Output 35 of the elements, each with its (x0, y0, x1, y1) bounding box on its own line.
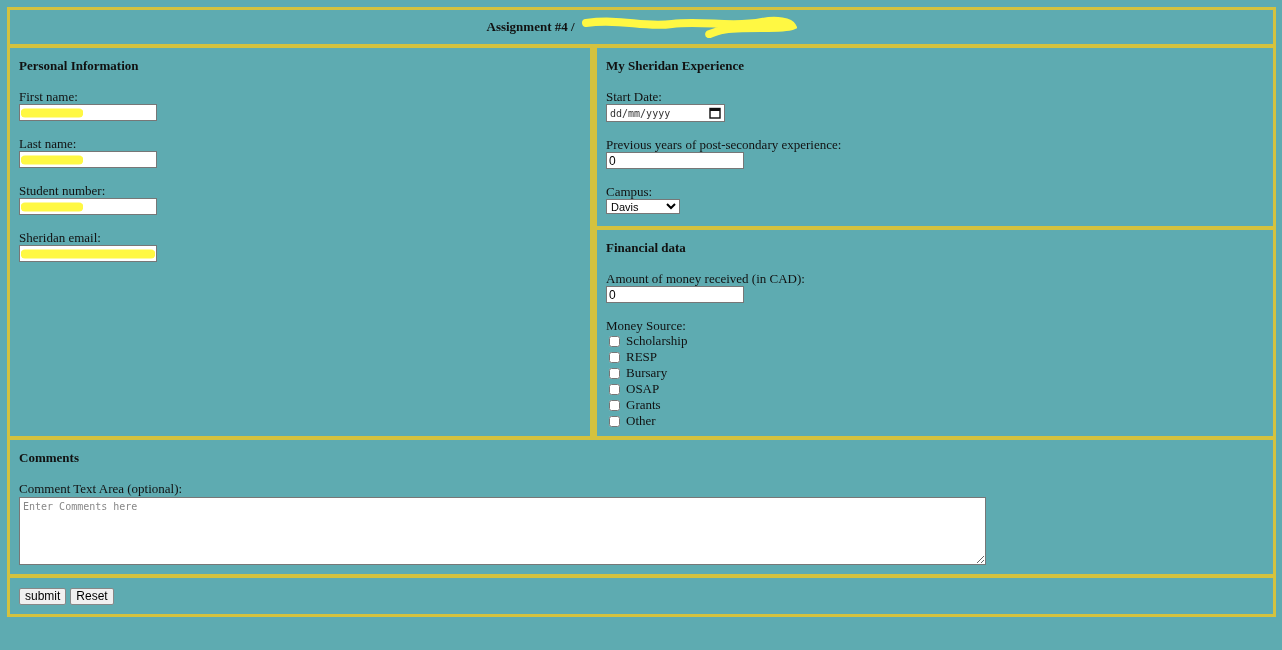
checkbox-label: Scholarship (626, 333, 688, 349)
date-field[interactable]: dd/mm/yyyy (606, 104, 725, 122)
checkbox-label: Bursary (626, 365, 668, 381)
checkbox-label: Grants (626, 397, 661, 413)
field-label: Start Date: (606, 89, 662, 104)
field-label: First name: (19, 89, 78, 104)
field-label: Sheridan email: (19, 230, 101, 245)
checkbox[interactable] (609, 367, 620, 379)
submit-button[interactable]: submit (19, 587, 67, 605)
number-field[interactable]: 0 (606, 152, 744, 169)
field-label: Campus: (606, 184, 653, 199)
checkbox[interactable] (609, 415, 620, 427)
field-label: Amount of money received (in CAD): (606, 271, 805, 286)
checkbox[interactable] (609, 399, 620, 411)
campus-dropdown[interactable]: Davis (606, 199, 680, 214)
section-heading: Comments (19, 450, 80, 466)
field-label: Previous years of post-secondary experience: (606, 137, 842, 152)
field-label: Last name: (19, 136, 77, 151)
checkbox-label: RESP (626, 349, 658, 365)
section-heading: My Sheridan Experience (606, 58, 745, 74)
checkbox-label: OSAP (626, 381, 660, 397)
comment-textarea[interactable]: Enter Comments here (19, 497, 986, 565)
checkbox-label: Other (626, 413, 656, 429)
checkbox[interactable] (609, 351, 620, 363)
calendar-icon[interactable] (709, 107, 721, 119)
reset-button[interactable]: Reset (70, 587, 114, 605)
field-label: Money Source: (606, 318, 686, 333)
section-heading: Financial data (606, 240, 687, 256)
field-label: Comment Text Area (optional): (19, 481, 183, 496)
number-field[interactable]: 0 (606, 286, 744, 303)
checkbox[interactable] (609, 335, 620, 347)
checkbox[interactable] (609, 383, 620, 395)
page-title: Assignment #4 / (486, 19, 575, 34)
field-label: Student number: (19, 183, 106, 198)
section-heading: Personal Information (19, 58, 140, 74)
